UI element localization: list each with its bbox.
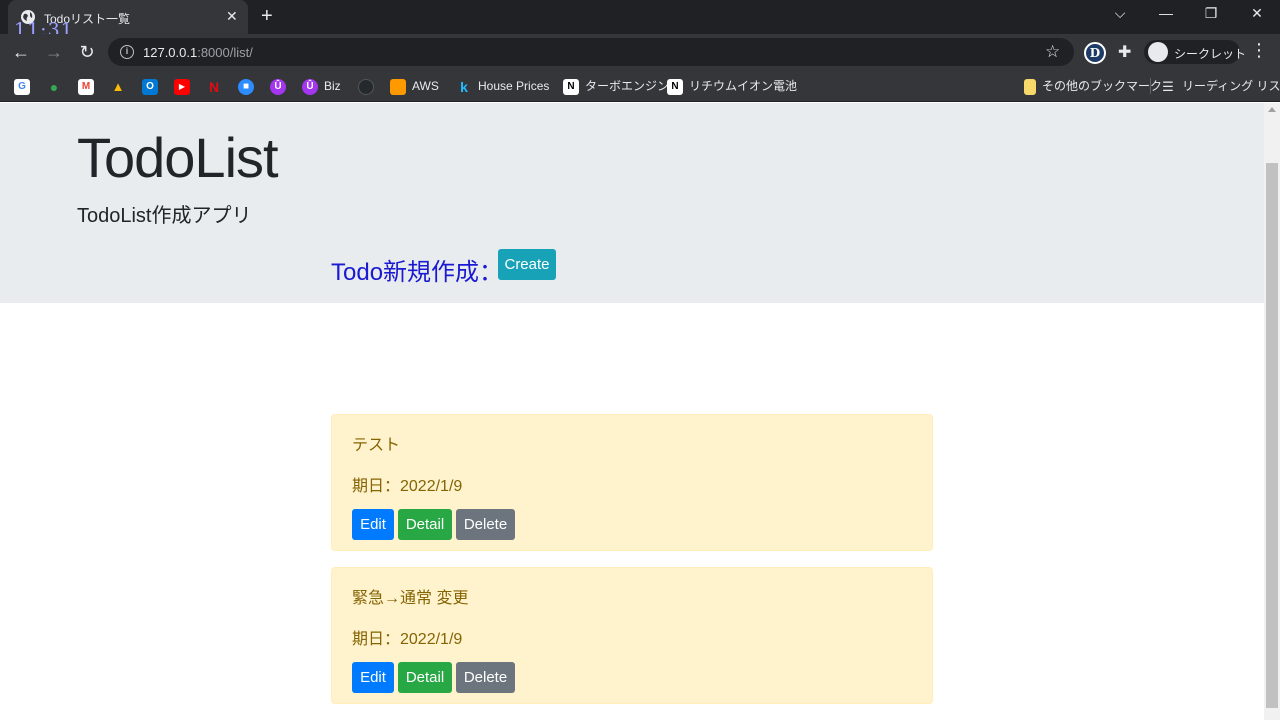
scroll-up-icon[interactable] <box>1268 107 1276 112</box>
new-tab-icon[interactable]: + <box>261 6 273 26</box>
incognito-profile-button[interactable]: シークレット <box>1144 40 1246 64</box>
bookmark-netflix[interactable]: N <box>206 77 222 95</box>
extensions-puzzle-icon[interactable]: ✚ <box>1118 42 1131 62</box>
maps-icon: ● <box>49 78 59 95</box>
github-icon <box>358 78 374 95</box>
jumbotron: TodoList TodoList作成アプリ <box>0 103 1264 303</box>
browser-toolbar: ← → ↻ i 127.0.0.1:8000/list/ ☆ D ✚ シークレッ… <box>0 34 1280 70</box>
bookmark-youtube[interactable]: ▶ <box>174 77 190 95</box>
forward-icon[interactable]: → <box>43 41 65 63</box>
reload-icon[interactable]: ↻ <box>76 41 98 63</box>
todo-due-date: 期日：2022/1/9 <box>352 631 463 648</box>
browser-menu-icon[interactable]: ⋮ <box>1250 40 1268 61</box>
drive-icon: ▲ <box>111 78 125 94</box>
other-bookmarks-folder[interactable]: その他のブックマーク <box>1024 77 1162 95</box>
edit-button[interactable]: Edit <box>352 509 394 540</box>
create-button[interactable]: Create <box>498 249 556 280</box>
incognito-label: シークレット <box>1174 47 1247 61</box>
bookmark-zoom[interactable]: ■ <box>238 77 254 95</box>
bookmark-turbo-engine[interactable]: N ターボエンジン <box>563 77 669 95</box>
bookmark-google[interactable]: G <box>14 77 30 95</box>
tab-search-icon[interactable]: ⌵ <box>1110 5 1130 22</box>
bookmark-gmail[interactable]: M <box>78 77 94 95</box>
delete-button[interactable]: Delete <box>456 662 515 693</box>
page-title: TodoList <box>77 126 279 189</box>
site-info-icon[interactable]: i <box>120 45 134 59</box>
todo-title: テスト <box>352 437 401 454</box>
zoom-icon: ■ <box>238 78 254 95</box>
folder-icon <box>1024 78 1036 95</box>
url-text: 127.0.0.1:8000/list/ <box>143 45 253 60</box>
address-bar[interactable]: i 127.0.0.1:8000/list/ ☆ <box>108 38 1074 66</box>
bookmark-udemy-biz[interactable]: Û Biz <box>302 77 341 95</box>
todo-card: テスト 期日：2022/1/9 Edit Detail Delete <box>331 414 933 551</box>
udemy-icon: Û <box>270 78 286 95</box>
bookmark-maps[interactable]: ● <box>46 77 62 95</box>
bookmark-lithium-battery[interactable]: N リチウムイオン電池 <box>667 77 797 95</box>
bookmark-github[interactable] <box>358 77 374 95</box>
page-subtitle: TodoList作成アプリ <box>77 205 252 227</box>
kaggle-icon: k <box>460 78 468 95</box>
bookmarks-bar: G ● M ▲ O ▶ N ■ Û Û Biz AWS k House Prices… <box>0 70 1280 102</box>
tab-strip: Todoリスト一覧 ✕ 11:31 + ⌵ — ❐ ✕ <box>0 0 1280 40</box>
outlook-icon: O <box>142 78 158 95</box>
reading-list-icon: ☰ <box>1162 78 1174 94</box>
bookmark-house-prices[interactable]: k House Prices <box>456 77 549 95</box>
restore-icon[interactable]: ❐ <box>1201 5 1221 22</box>
create-heading: Todo新規作成： <box>331 259 504 286</box>
bookmark-outlook[interactable]: O <box>142 77 158 95</box>
delete-button[interactable]: Delete <box>456 509 515 540</box>
bookmark-star-icon[interactable]: ☆ <box>1045 42 1060 62</box>
gmail-icon: M <box>78 78 94 95</box>
scroll-thumb[interactable] <box>1266 163 1278 708</box>
incognito-icon <box>1148 42 1168 62</box>
notion-icon: N <box>563 78 579 95</box>
bookmark-aws[interactable]: AWS <box>390 77 439 95</box>
window-close-icon[interactable]: ✕ <box>1247 5 1267 22</box>
reading-list-button[interactable]: ☰リーディング リスト <box>1160 77 1280 95</box>
todo-card: 緊急→通常 変更 期日：2022/1/9 Edit Detail Delete <box>331 567 933 704</box>
minimize-icon[interactable]: — <box>1156 5 1176 21</box>
back-icon[interactable]: ← <box>10 41 32 63</box>
bookmark-separator <box>1150 78 1151 94</box>
netflix-icon: N <box>208 78 220 95</box>
detail-button[interactable]: Detail <box>398 662 452 693</box>
bookmark-udemy[interactable]: Û <box>270 77 286 95</box>
aws-icon <box>390 78 406 95</box>
todo-title: 緊急→通常 変更 <box>352 590 469 607</box>
tab-close-icon[interactable]: ✕ <box>226 8 238 24</box>
extension-d-icon[interactable]: D <box>1084 42 1106 64</box>
todo-due-date: 期日：2022/1/9 <box>352 478 463 495</box>
detail-button[interactable]: Detail <box>398 509 452 540</box>
page-scrollbar[interactable] <box>1264 103 1280 720</box>
udemy-biz-icon: Û <box>302 78 318 95</box>
google-icon: G <box>14 78 30 95</box>
youtube-icon: ▶ <box>174 78 190 95</box>
notion-icon: N <box>667 78 683 95</box>
edit-button[interactable]: Edit <box>352 662 394 693</box>
bookmark-drive[interactable]: ▲ <box>110 77 126 95</box>
